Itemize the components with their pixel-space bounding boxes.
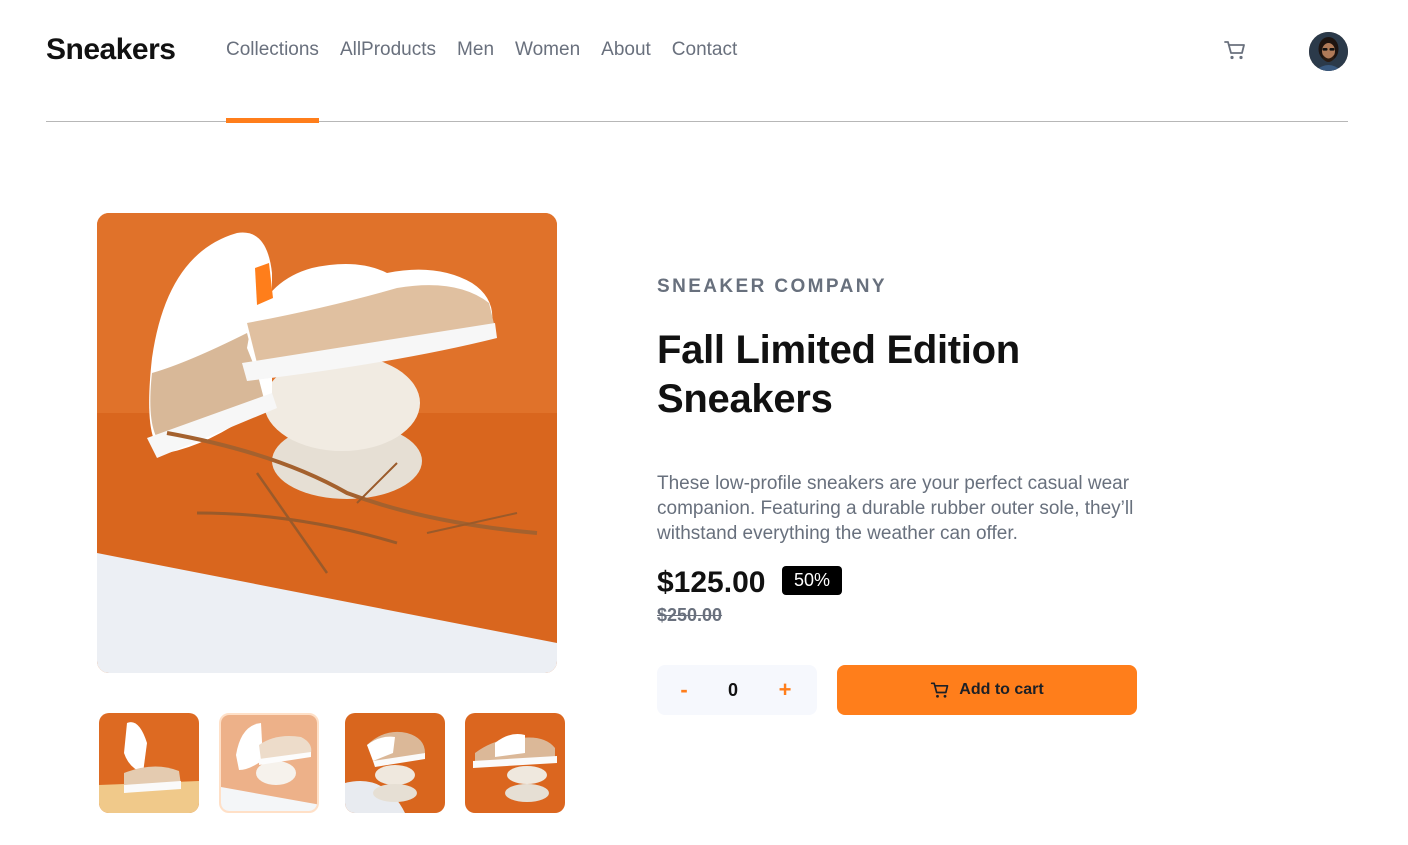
user-avatar[interactable] <box>1309 32 1348 71</box>
add-to-cart-label: Add to cart <box>959 681 1044 698</box>
add-to-cart-button[interactable]: Add to cart <box>837 665 1137 715</box>
company-label: SNEAKER COMPANY <box>657 276 887 297</box>
nav-men[interactable]: Men <box>457 0 494 122</box>
nav-collections[interactable]: Collections <box>226 0 319 123</box>
increase-quantity-button[interactable]: + <box>765 665 805 715</box>
thumbnail-1[interactable] <box>99 713 199 813</box>
product-main-image[interactable] <box>97 213 557 673</box>
product-title: Fall Limited Edition Sneakers <box>657 328 1020 421</box>
thumbnail-2[interactable] <box>219 713 319 813</box>
logo[interactable]: Sneakers <box>46 33 176 67</box>
discount-badge: 50% <box>782 566 842 595</box>
nav-contact[interactable]: Contact <box>672 0 737 122</box>
nav-women[interactable]: Women <box>515 0 580 122</box>
product-description: These low-profile sneakers are your perf… <box>657 473 1134 544</box>
nav-about[interactable]: About <box>601 0 651 122</box>
current-price: $125.00 <box>657 566 766 599</box>
original-price: $250.00 <box>657 605 723 625</box>
thumbnail-3[interactable] <box>345 713 445 813</box>
decrease-quantity-button[interactable]: - <box>664 665 704 715</box>
thumbnail-4[interactable] <box>465 713 565 813</box>
main-nav: Collections AllProducts Men Women About … <box>226 0 758 123</box>
cart-icon[interactable] <box>1223 38 1249 64</box>
quantity-stepper: - 0 + <box>657 665 817 715</box>
nav-all-products[interactable]: AllProducts <box>340 0 436 122</box>
site-header: Sneakers Collections AllProducts Men Wom… <box>46 0 1348 123</box>
cart-icon <box>931 682 949 698</box>
quantity-value: 0 <box>727 680 738 700</box>
